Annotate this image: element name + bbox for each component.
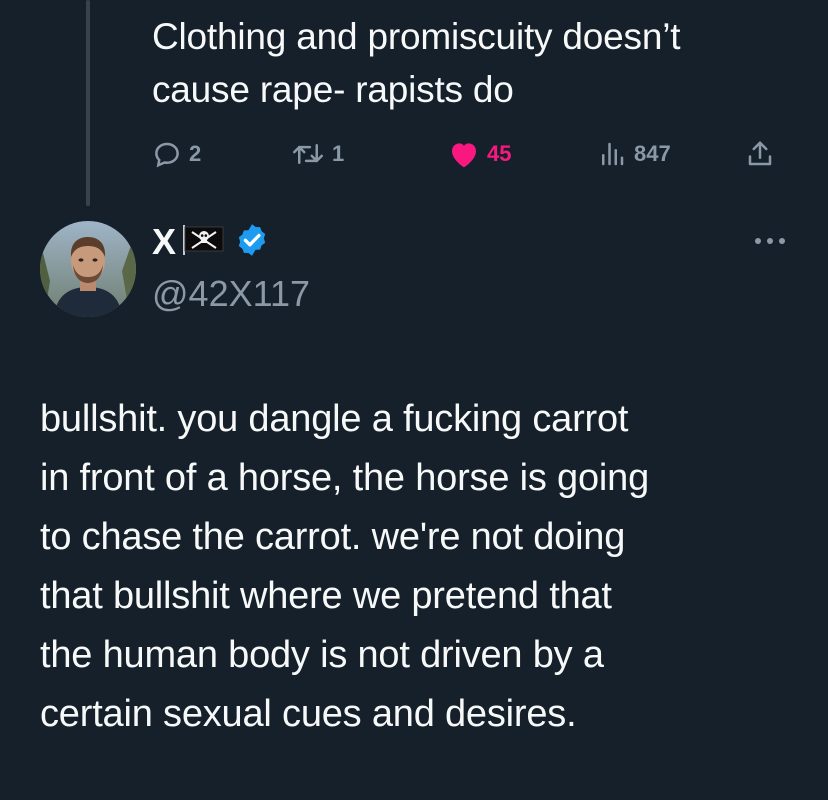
heart-icon	[448, 139, 480, 169]
reply-icon	[152, 139, 182, 169]
reply-tweet-line: the human body is not driven by a	[40, 634, 604, 676]
retweet-icon	[291, 139, 325, 169]
thread-connector-line	[86, 0, 90, 206]
reply-tweet-line: bullshit. you dangle a fucking carrot	[40, 398, 629, 440]
reply-tweet-line: in front of a horse, the horse is going	[40, 457, 650, 499]
views-icon	[597, 139, 627, 169]
like-button[interactable]: 45	[448, 134, 511, 174]
reply-tweet-line: certain sexual cues and desires.	[40, 693, 577, 735]
author-name-row: X	[152, 222, 270, 262]
share-icon	[745, 139, 775, 169]
reply-tweet-line: that bullshit where we pretend that	[40, 575, 612, 617]
share-button[interactable]	[745, 134, 775, 174]
reply-button[interactable]: 2	[152, 134, 201, 174]
parent-tweet-text: Clothing and promiscuity doesn’t cause r…	[152, 10, 802, 116]
reply-tweet-line: to chase the carrot. we're not doing	[40, 516, 626, 558]
pirate-flag-icon	[182, 224, 224, 260]
more-options-button[interactable]	[748, 230, 792, 254]
views-button[interactable]: 847	[597, 134, 671, 174]
parent-tweet-line: Clothing and promiscuity doesn’t	[152, 16, 681, 57]
avatar[interactable]	[40, 221, 136, 317]
like-count: 45	[487, 141, 512, 166]
display-name[interactable]: X	[152, 222, 176, 262]
reply-tweet-text: bullshit. you dangle a fucking carrot in…	[40, 390, 800, 744]
retweet-button[interactable]: 1	[291, 134, 344, 174]
views-count: 847	[634, 141, 671, 166]
parent-tweet-actions: 2 1 45 847	[148, 134, 798, 174]
verified-badge-icon[interactable]	[234, 222, 270, 263]
parent-tweet-line: cause rape- rapists do	[152, 69, 514, 110]
retweet-count: 1	[332, 141, 345, 166]
reply-count: 2	[189, 141, 202, 166]
more-options-icon	[752, 233, 788, 251]
author-handle[interactable]: @42X117	[152, 272, 310, 316]
